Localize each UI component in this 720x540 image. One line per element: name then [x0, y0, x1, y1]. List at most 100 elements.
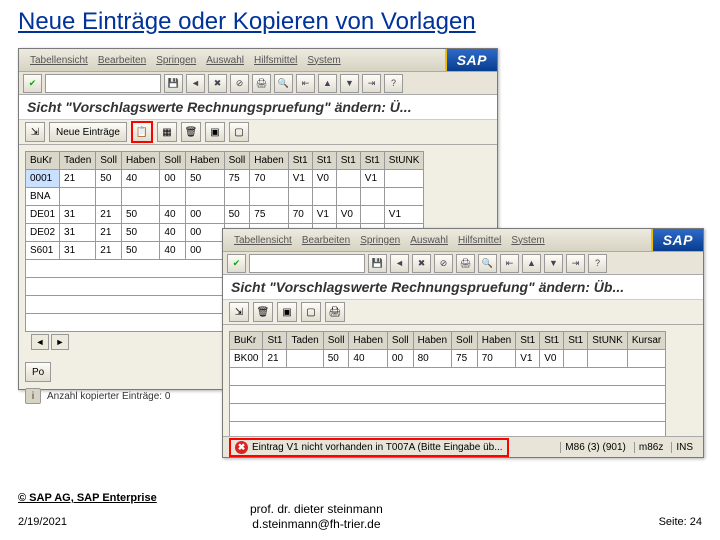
menu-item[interactable]: Bearbeiten — [98, 55, 146, 66]
find-icon[interactable]: 🔍 — [478, 254, 497, 273]
sap-window-front: Tabellensicht Bearbeiten Springen Auswah… — [222, 228, 704, 458]
find-icon[interactable]: 🔍 — [274, 74, 293, 93]
col-header[interactable]: St1 — [336, 152, 360, 170]
screen-subtitle: Sicht "Vorschlagswerte Rechnungspruefung… — [19, 95, 497, 120]
col-header[interactable]: Soll — [96, 152, 122, 170]
back-icon[interactable]: ◄ — [390, 254, 409, 273]
table-row[interactable]: 000121504000507570V1V0V1 — [26, 170, 424, 188]
select-all-icon[interactable]: ▣ — [205, 122, 225, 142]
next-page-icon[interactable]: ▼ — [340, 74, 359, 93]
save-icon[interactable]: 💾 — [164, 74, 183, 93]
col-header[interactable]: St1 — [540, 332, 564, 350]
back-icon[interactable]: ◄ — [186, 74, 205, 93]
col-header[interactable]: St1 — [564, 332, 588, 350]
delete-icon[interactable]: 🗑 — [181, 122, 201, 142]
first-page-icon[interactable]: ⇤ — [500, 254, 519, 273]
menu-bar: Tabellensicht Bearbeiten Springen Auswah… — [223, 235, 550, 246]
menu-item[interactable]: Tabellensicht — [234, 235, 292, 246]
ok-code-input[interactable] — [45, 74, 161, 93]
tool-icon[interactable]: ▦ — [157, 122, 177, 142]
status-session: M86 (3) (901) — [560, 442, 630, 453]
menu-item[interactable]: Hilfsmittel — [254, 55, 297, 66]
col-header[interactable]: Haben — [349, 332, 387, 350]
table-row[interactable]: BNA — [26, 188, 424, 206]
ok-code-input[interactable] — [249, 254, 365, 273]
col-header[interactable]: Soll — [224, 152, 250, 170]
exit-icon[interactable]: ✖ — [412, 254, 431, 273]
action-bar: ⇲ Neue Einträge 📋 ▦ 🗑 ▣ ▢ — [19, 120, 497, 145]
last-page-icon[interactable]: ⇥ — [362, 74, 381, 93]
expand-icon[interactable]: ⇲ — [229, 302, 249, 322]
col-header[interactable]: Soll — [323, 332, 349, 350]
col-header[interactable]: StUNK — [384, 152, 424, 170]
delete-icon[interactable]: 🗑 — [253, 302, 273, 322]
col-header[interactable]: St1 — [516, 332, 540, 350]
save-icon[interactable]: 💾 — [368, 254, 387, 273]
menu-item[interactable]: Springen — [360, 235, 400, 246]
menu-item[interactable]: System — [307, 55, 340, 66]
menu-item[interactable]: Bearbeiten — [302, 235, 350, 246]
col-header[interactable]: Haben — [121, 152, 159, 170]
col-header[interactable]: St1 — [288, 152, 312, 170]
slide-title: Neue Einträge oder Kopieren von Vorlagen — [0, 0, 720, 44]
print-icon[interactable]: 🖨 — [325, 302, 345, 322]
expand-icon[interactable]: ⇲ — [25, 122, 45, 142]
copy-button[interactable]: 📋 — [131, 121, 153, 143]
slide-date: 2/19/2021 — [18, 516, 67, 528]
status-text: Anzahl kopierter Einträge: 0 — [47, 391, 170, 402]
sap-logo: SAP — [651, 229, 703, 251]
table-area: BuKr St1 Taden Soll Haben Soll Haben Sol… — [223, 325, 703, 446]
col-header[interactable]: BuKr — [26, 152, 60, 170]
last-page-icon[interactable]: ⇥ — [566, 254, 585, 273]
help-icon[interactable]: ? — [384, 74, 403, 93]
prev-page-icon[interactable]: ▲ — [522, 254, 541, 273]
menu-item[interactable]: Auswahl — [410, 235, 448, 246]
position-button[interactable]: Po — [25, 362, 51, 382]
col-header[interactable]: Kursar — [627, 332, 665, 350]
table-row[interactable]: BK0021504000807570V1V0 — [230, 350, 666, 368]
enter-icon[interactable]: ✔ — [23, 74, 42, 93]
status-bar: ✖ Eintrag V1 nicht vorhanden in T007A (B… — [223, 436, 703, 457]
col-header[interactable]: St1 — [312, 152, 336, 170]
deselect-icon[interactable]: ▢ — [301, 302, 321, 322]
col-header[interactable]: Taden — [287, 332, 323, 350]
first-page-icon[interactable]: ⇤ — [296, 74, 315, 93]
table-row[interactable]: DE013121504000507570V1V0V1 — [26, 206, 424, 224]
scroll-left-icon[interactable]: ◄ — [31, 334, 49, 350]
cancel-icon[interactable]: ⊘ — [434, 254, 453, 273]
col-header[interactable]: Haben — [477, 332, 515, 350]
select-all-icon[interactable]: ▣ — [277, 302, 297, 322]
cancel-icon[interactable]: ⊘ — [230, 74, 249, 93]
help-icon[interactable]: ? — [588, 254, 607, 273]
col-header[interactable]: StUNK — [588, 332, 628, 350]
col-header[interactable]: Soll — [160, 152, 186, 170]
print-icon[interactable]: 🖨 — [252, 74, 271, 93]
menu-item[interactable]: Hilfsmittel — [458, 235, 501, 246]
col-header[interactable]: Soll — [452, 332, 478, 350]
deselect-icon[interactable]: ▢ — [229, 122, 249, 142]
menu-item[interactable]: System — [511, 235, 544, 246]
col-header[interactable]: BuKr — [230, 332, 263, 350]
screen-subtitle: Sicht "Vorschlagswerte Rechnungspruefung… — [223, 275, 703, 300]
enter-icon[interactable]: ✔ — [227, 254, 246, 273]
print-icon[interactable]: 🖨 — [456, 254, 475, 273]
next-page-icon[interactable]: ▼ — [544, 254, 563, 273]
action-bar: ⇲ 🗑 ▣ ▢ 🖨 — [223, 300, 703, 325]
col-header[interactable]: Haben — [186, 152, 224, 170]
exit-icon[interactable]: ✖ — [208, 74, 227, 93]
col-header[interactable]: Haben — [250, 152, 288, 170]
menu-item[interactable]: Springen — [156, 55, 196, 66]
error-icon: ✖ — [235, 441, 248, 454]
col-header[interactable]: Haben — [413, 332, 451, 350]
col-header[interactable]: Soll — [387, 332, 413, 350]
col-header[interactable]: St1 — [360, 152, 384, 170]
menu-item[interactable]: Tabellensicht — [30, 55, 88, 66]
new-entries-button[interactable]: Neue Einträge — [49, 122, 127, 142]
scroll-right-icon[interactable]: ► — [51, 334, 69, 350]
data-grid[interactable]: BuKr St1 Taden Soll Haben Soll Haben Sol… — [229, 331, 666, 440]
copyright: © SAP AG, SAP Enterprise — [18, 492, 157, 504]
menu-item[interactable]: Auswahl — [206, 55, 244, 66]
col-header[interactable]: Taden — [60, 152, 96, 170]
col-header[interactable]: St1 — [263, 332, 287, 350]
prev-page-icon[interactable]: ▲ — [318, 74, 337, 93]
